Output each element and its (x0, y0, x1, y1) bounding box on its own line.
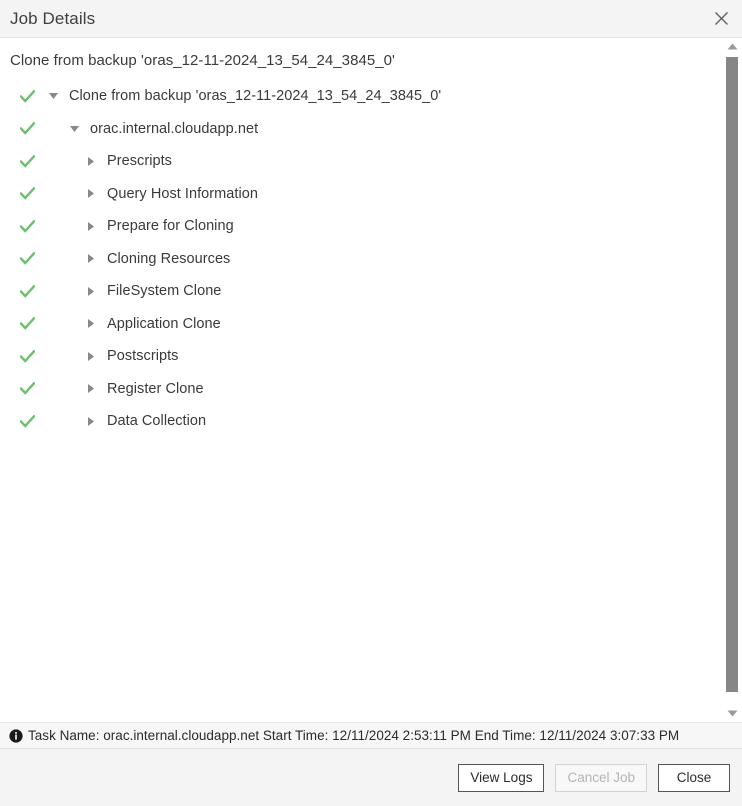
expander-expand-triangle-icon[interactable] (84, 221, 98, 231)
task-tree-row[interactable]: FileSystem Clone (0, 275, 722, 308)
expander-expand-triangle-icon[interactable] (84, 189, 98, 199)
view-logs-button[interactable]: View Logs (458, 763, 545, 792)
task-tree-label: orac.internal.cloudapp.net (90, 120, 259, 137)
task-tree-row[interactable]: Query Host Information (0, 178, 722, 211)
dialog-titlebar: Job Details (0, 0, 742, 38)
expander-expand-triangle-icon[interactable] (84, 351, 98, 361)
task-tree-label: Data Collection (107, 413, 207, 430)
status-success-check-icon (16, 187, 38, 201)
expander-expand-triangle-icon[interactable] (84, 319, 98, 329)
job-tree-panel: Clone from backup 'oras_12-11-2024_13_54… (0, 38, 722, 722)
job-details-dialog: Job Details Clone from backup 'oras_12-1… (0, 0, 742, 806)
status-success-check-icon (16, 284, 38, 298)
dialog-title: Job Details (10, 8, 96, 28)
status-success-check-icon (16, 252, 38, 266)
status-bar-text: Task Name: orac.internal.cloudapp.net St… (28, 728, 680, 743)
expander-collapse-triangle-icon[interactable] (67, 125, 81, 132)
dialog-content: Clone from backup 'oras_12-11-2024_13_54… (0, 38, 742, 722)
status-success-check-icon (16, 219, 38, 233)
task-tree-row[interactable]: Prescripts (0, 145, 722, 178)
status-success-check-icon (16, 317, 38, 331)
task-tree-label: Query Host Information (107, 185, 258, 202)
task-tree-label: Prescripts (107, 153, 172, 170)
scrollbar-thumb[interactable] (726, 57, 738, 692)
dialog-footer: View Logs Cancel Job Close (0, 749, 742, 806)
expander-expand-triangle-icon[interactable] (84, 286, 98, 296)
task-tree-label: Register Clone (107, 380, 204, 397)
job-heading: Clone from backup 'oras_12-11-2024_13_54… (10, 52, 395, 69)
task-tree-row[interactable]: Cloning Resources (0, 243, 722, 276)
task-tree-row[interactable]: Prepare for Cloning (0, 210, 722, 243)
task-tree-label: Postscripts (107, 348, 179, 365)
status-success-check-icon (16, 414, 38, 428)
status-success-check-icon (16, 122, 38, 136)
status-success-check-icon (16, 382, 38, 396)
task-tree-row[interactable]: Postscripts (0, 340, 722, 373)
cancel-job-button: Cancel Job (555, 763, 647, 792)
status-success-check-icon (16, 154, 38, 168)
task-tree-row[interactable]: Data Collection (0, 405, 722, 438)
status-success-check-icon (16, 89, 38, 103)
expander-expand-triangle-icon[interactable] (84, 156, 98, 166)
task-tree-label: Prepare for Cloning (107, 218, 234, 235)
task-tree-row[interactable]: orac.internal.cloudapp.net (0, 113, 722, 146)
vertical-scrollbar[interactable] (722, 38, 742, 722)
scroll-down-arrow-icon[interactable] (722, 705, 742, 722)
close-icon[interactable] (706, 4, 736, 34)
task-tree-row[interactable]: Application Clone (0, 308, 722, 341)
task-tree-row[interactable]: Clone from backup 'oras_12-11-2024_13_54… (0, 80, 722, 113)
close-button[interactable]: Close (658, 763, 730, 792)
task-tree-row[interactable]: Register Clone (0, 373, 722, 406)
job-task-tree: Clone from backup 'oras_12-11-2024_13_54… (0, 80, 722, 438)
task-tree-label: Application Clone (107, 315, 221, 332)
task-tree-label: Clone from backup 'oras_12-11-2024_13_54… (69, 88, 442, 105)
expander-expand-triangle-icon[interactable] (84, 416, 98, 426)
info-icon (9, 728, 23, 743)
task-tree-label: Cloning Resources (107, 250, 231, 267)
scroll-up-arrow-icon[interactable] (722, 38, 742, 55)
status-success-check-icon (16, 349, 38, 363)
expander-expand-triangle-icon[interactable] (84, 254, 98, 264)
expander-expand-triangle-icon[interactable] (84, 384, 98, 394)
expander-collapse-triangle-icon[interactable] (46, 93, 60, 100)
status-bar: Task Name: orac.internal.cloudapp.net St… (0, 722, 742, 749)
task-tree-label: FileSystem Clone (107, 283, 222, 300)
